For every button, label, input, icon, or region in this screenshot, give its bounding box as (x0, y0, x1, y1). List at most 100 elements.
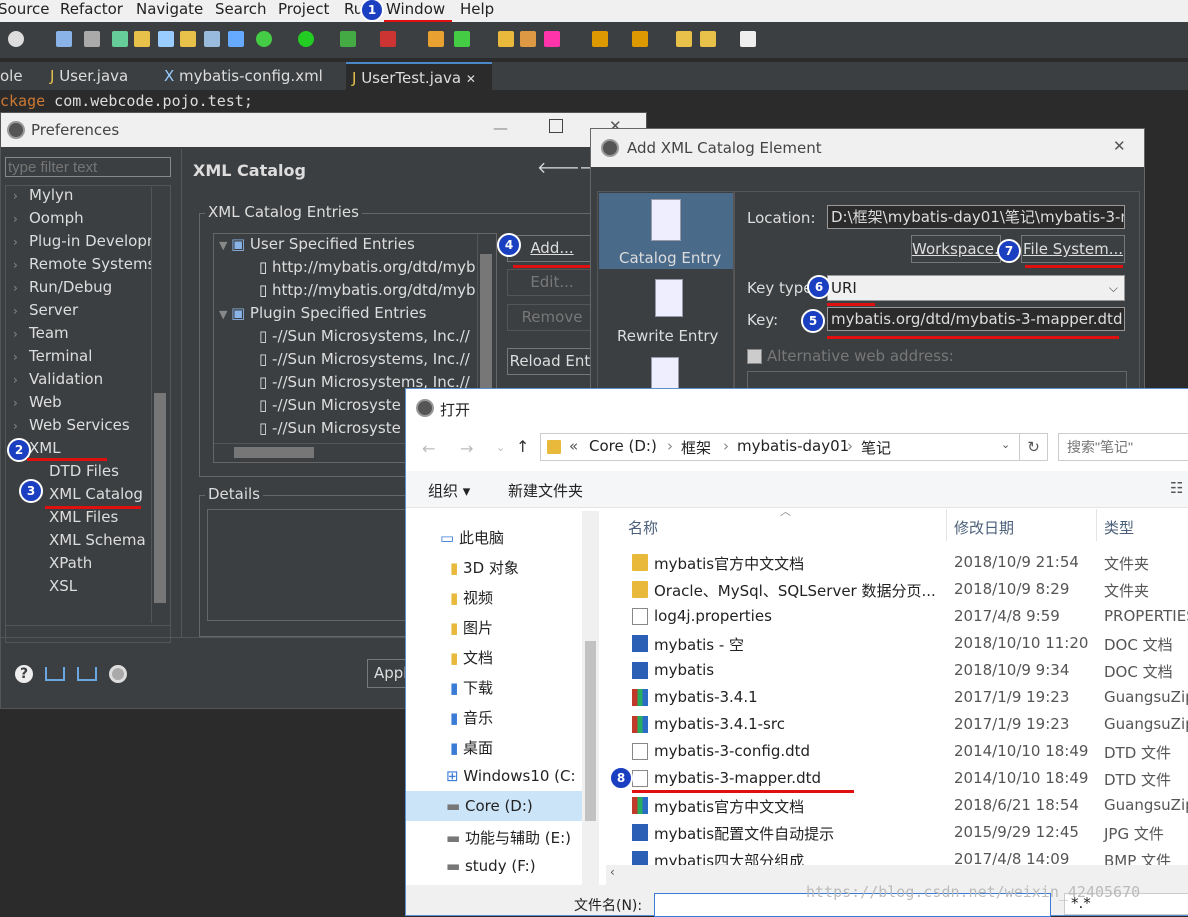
filter-input[interactable] (5, 157, 171, 177)
tree-item-xml-schema[interactable]: XML Schema F (49, 531, 149, 549)
close-icon[interactable]: ✕ (466, 72, 476, 86)
file-row[interactable]: mybatis-3-config.dtd 2014/10/10 18:49 DTD … (628, 738, 1188, 765)
back-arrow-icon[interactable]: ← (422, 439, 435, 458)
run-icon[interactable] (298, 31, 314, 47)
import-icon[interactable] (45, 667, 65, 681)
new-package-icon[interactable] (428, 31, 444, 47)
add-button[interactable]: Add... (507, 235, 597, 262)
nav-drive-c[interactable]: ⊞ Windows10 (C: (446, 767, 582, 785)
nav-documents[interactable]: ▮ 文档 (450, 647, 493, 668)
file-row[interactable]: mybatis官方中文文档 2018/6/21 18:54 GuangsuZip (628, 792, 1188, 819)
back-arrow-icon[interactable]: 🡐 (537, 157, 580, 177)
external-tools-icon[interactable] (380, 31, 396, 47)
tab-mybatis-config[interactable]: X mybatis-config.xml (158, 62, 344, 90)
user-specified-entries[interactable]: ▼ ▣ User Specified Entries (219, 235, 415, 253)
tree-item-remote-systems[interactable]: › Remote Systems (13, 255, 151, 273)
coverage-icon[interactable] (340, 31, 356, 47)
breadcrumb-overflow[interactable]: « (569, 437, 578, 455)
reload-entries-button[interactable]: Reload Enti (507, 348, 597, 375)
menu-refactor[interactable]: Refactor (60, 0, 123, 18)
new-folder-button[interactable]: 新建文件夹 (508, 480, 583, 501)
breadcrumb-mybatis-day01[interactable]: mybatis-day01 (737, 437, 849, 455)
menu-window[interactable]: Window (386, 0, 445, 18)
tab-usertest-java[interactable]: J UserTest.java ✕ (346, 62, 492, 92)
minimize-icon[interactable]: — (493, 119, 508, 137)
tree-item-web-services[interactable]: › Web Services (13, 416, 130, 434)
debug-icon[interactable] (112, 31, 128, 47)
tab-console[interactable]: ole (0, 62, 40, 90)
chevron-down-icon[interactable]: ⌄ (496, 441, 505, 454)
skip-icon[interactable] (84, 31, 100, 47)
search-input[interactable] (1058, 433, 1188, 461)
debug-run-icon[interactable] (256, 31, 272, 47)
nav-music[interactable]: ▮ 音乐 (450, 707, 493, 728)
entry-item[interactable]: ▯ -//Sun Microsystems, Inc.// (259, 327, 477, 345)
help-icon[interactable]: ? (15, 665, 33, 683)
scrollbar-thumb[interactable] (234, 447, 314, 458)
file-row[interactable]: mybatis 2018/10/9 9:34 DOC 文档 (628, 657, 1188, 684)
rewrite-entry-item[interactable]: Rewrite Entry (599, 275, 733, 351)
edit-button[interactable]: Edit... (507, 269, 597, 296)
tree-item-xml-files[interactable]: XML Files (49, 508, 118, 526)
menu-source[interactable]: Source (0, 0, 50, 18)
close-icon[interactable]: ✕ (1113, 137, 1126, 155)
remove-button[interactable]: Remove (507, 304, 597, 331)
tree-item-team[interactable]: › Team (13, 324, 69, 342)
chevron-down-icon[interactable]: ⌄ (1001, 438, 1010, 451)
menu-navigate[interactable]: Navigate (136, 0, 203, 18)
column-type[interactable]: 类型 (1104, 517, 1134, 538)
forward-icon[interactable] (740, 31, 756, 47)
tree-hscrollbar[interactable] (5, 625, 171, 643)
console-icon[interactable] (56, 31, 72, 47)
next-annotation-icon[interactable] (592, 31, 608, 47)
block-icon[interactable] (204, 31, 220, 47)
entry-item[interactable]: ▯ http://mybatis.org/dtd/myb (259, 281, 477, 299)
column-name[interactable]: 名称 (628, 517, 658, 538)
nav-videos[interactable]: ▮ 视频 (450, 587, 493, 608)
scrollbar-thumb[interactable] (585, 641, 596, 821)
nav-drive-d[interactable]: ▬ Core (D:) (446, 797, 533, 815)
key-type-select[interactable]: URI ⌵ (827, 275, 1125, 301)
last-edit-icon[interactable] (676, 31, 692, 47)
open-folder-icon[interactable] (498, 31, 514, 47)
refresh-icon[interactable]: ↻ (1020, 433, 1048, 461)
tree-item-xml-catalog[interactable]: XML Catalog (49, 485, 143, 503)
file-system-button[interactable]: File System... (1021, 235, 1125, 263)
suffix-entry-icon[interactable] (651, 357, 679, 389)
prev-annotation-icon[interactable] (632, 31, 648, 47)
export-icon[interactable] (77, 667, 97, 681)
tab-user-java[interactable]: J User.java (44, 62, 150, 90)
up-arrow-icon[interactable]: ↑ (516, 437, 529, 456)
nav-pictures[interactable]: ▮ 图片 (450, 617, 493, 638)
nav-3d-objects[interactable]: ▮ 3D 对象 (450, 557, 519, 578)
tree-item-xsl[interactable]: XSL (49, 577, 77, 595)
organize-button[interactable]: 组织 ▾ (428, 480, 470, 501)
forward-arrow-icon[interactable]: → (460, 439, 473, 458)
tree-item-validation[interactable]: › Validation (13, 370, 103, 388)
oomph-icon[interactable] (109, 665, 127, 683)
new-class-icon[interactable] (454, 31, 470, 47)
tree-item-mylyn[interactable]: › Mylyn (13, 186, 73, 204)
tree-item-run-debug[interactable]: › Run/Debug (13, 278, 112, 296)
tree-item-server[interactable]: › Server (13, 301, 78, 319)
brush-icon[interactable] (544, 31, 560, 47)
menu-project[interactable]: Project (278, 0, 329, 18)
tree-scrollbar[interactable] (151, 187, 168, 623)
workspace-button[interactable]: Workspace... (911, 235, 1001, 263)
key-input[interactable]: mybatis.org/dtd/mybatis-3-mapper.dtd (827, 307, 1125, 331)
plugin-specified-entries[interactable]: ▼ ▣ Plugin Specified Entries (219, 304, 427, 322)
file-row[interactable]: log4j.properties 2017/4/8 9:59 PROPERTIES (628, 603, 1188, 630)
breadcrumb-framework[interactable]: 框架 (681, 437, 711, 458)
open-type-icon[interactable] (520, 31, 536, 47)
nav-scrollbar[interactable] (582, 511, 599, 885)
tree-item-terminal[interactable]: › Terminal (13, 347, 92, 365)
maximize-icon[interactable] (549, 119, 563, 133)
pilcrow-icon[interactable] (228, 31, 244, 47)
tree-item-xpath[interactable]: XPath (49, 554, 92, 572)
back-icon[interactable] (700, 31, 716, 47)
tree-item-plugin-dev[interactable]: › Plug-in Developr (13, 232, 151, 250)
menu-help[interactable]: Help (460, 0, 494, 18)
scroll-left-icon[interactable]: ‹ (610, 865, 615, 879)
nav-this-pc[interactable]: ▭ 此电脑 (440, 527, 504, 548)
toggle-icon[interactable] (158, 31, 174, 47)
